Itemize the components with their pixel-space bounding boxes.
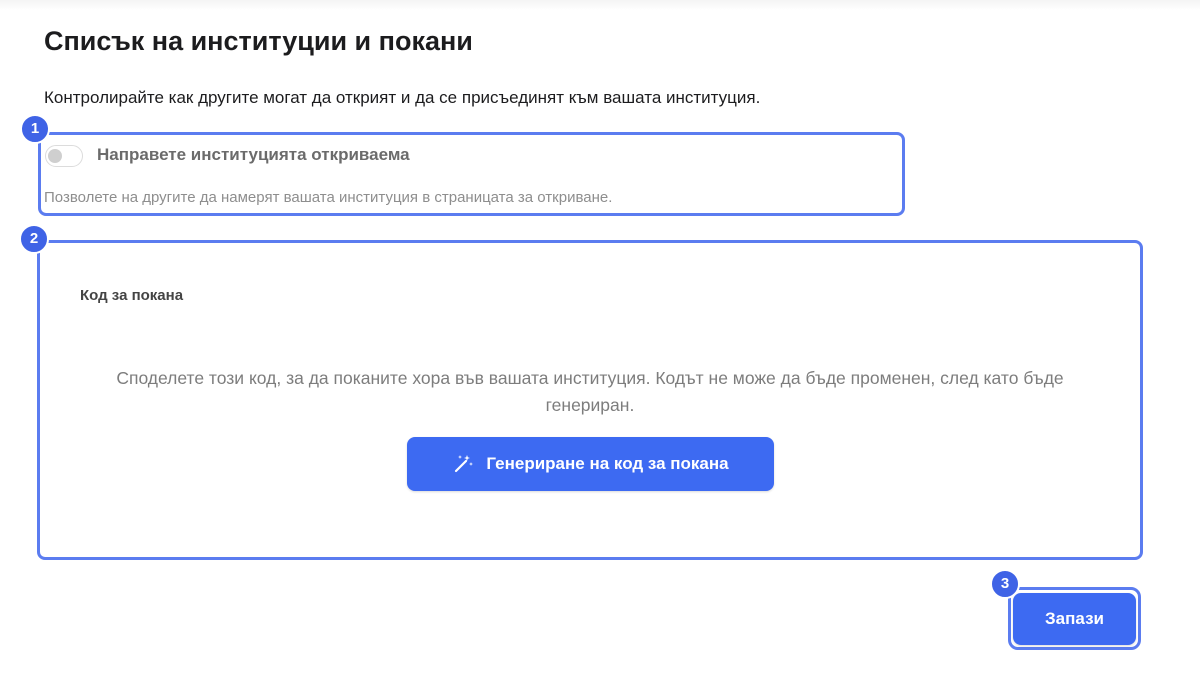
invite-section-title: Код за покана xyxy=(80,287,184,304)
toggle-knob xyxy=(48,149,62,163)
save-button[interactable]: Запази xyxy=(1013,593,1136,645)
discoverable-label: Направете институцията откриваема xyxy=(97,145,410,164)
magic-wand-icon xyxy=(452,453,474,475)
generate-invite-code-button[interactable]: Генериране на код за покана xyxy=(407,437,774,491)
discoverable-help-text: Позволете на другите да намерят вашата и… xyxy=(44,189,613,206)
page: Списък на институции и покани Контролира… xyxy=(0,0,1200,686)
page-subtitle: Контролирайте как другите могат да откри… xyxy=(44,88,761,107)
discoverable-toggle[interactable] xyxy=(45,145,83,167)
invite-description: Споделете този код, за да поканите хора … xyxy=(116,368,1064,415)
top-strip xyxy=(0,0,1200,10)
generate-invite-code-label: Генериране на код за покана xyxy=(486,454,729,473)
callout-badge-1: 1 xyxy=(20,114,50,144)
callout-badge-2: 2 xyxy=(19,224,49,254)
page-title: Списък на институции и покани xyxy=(44,26,473,56)
